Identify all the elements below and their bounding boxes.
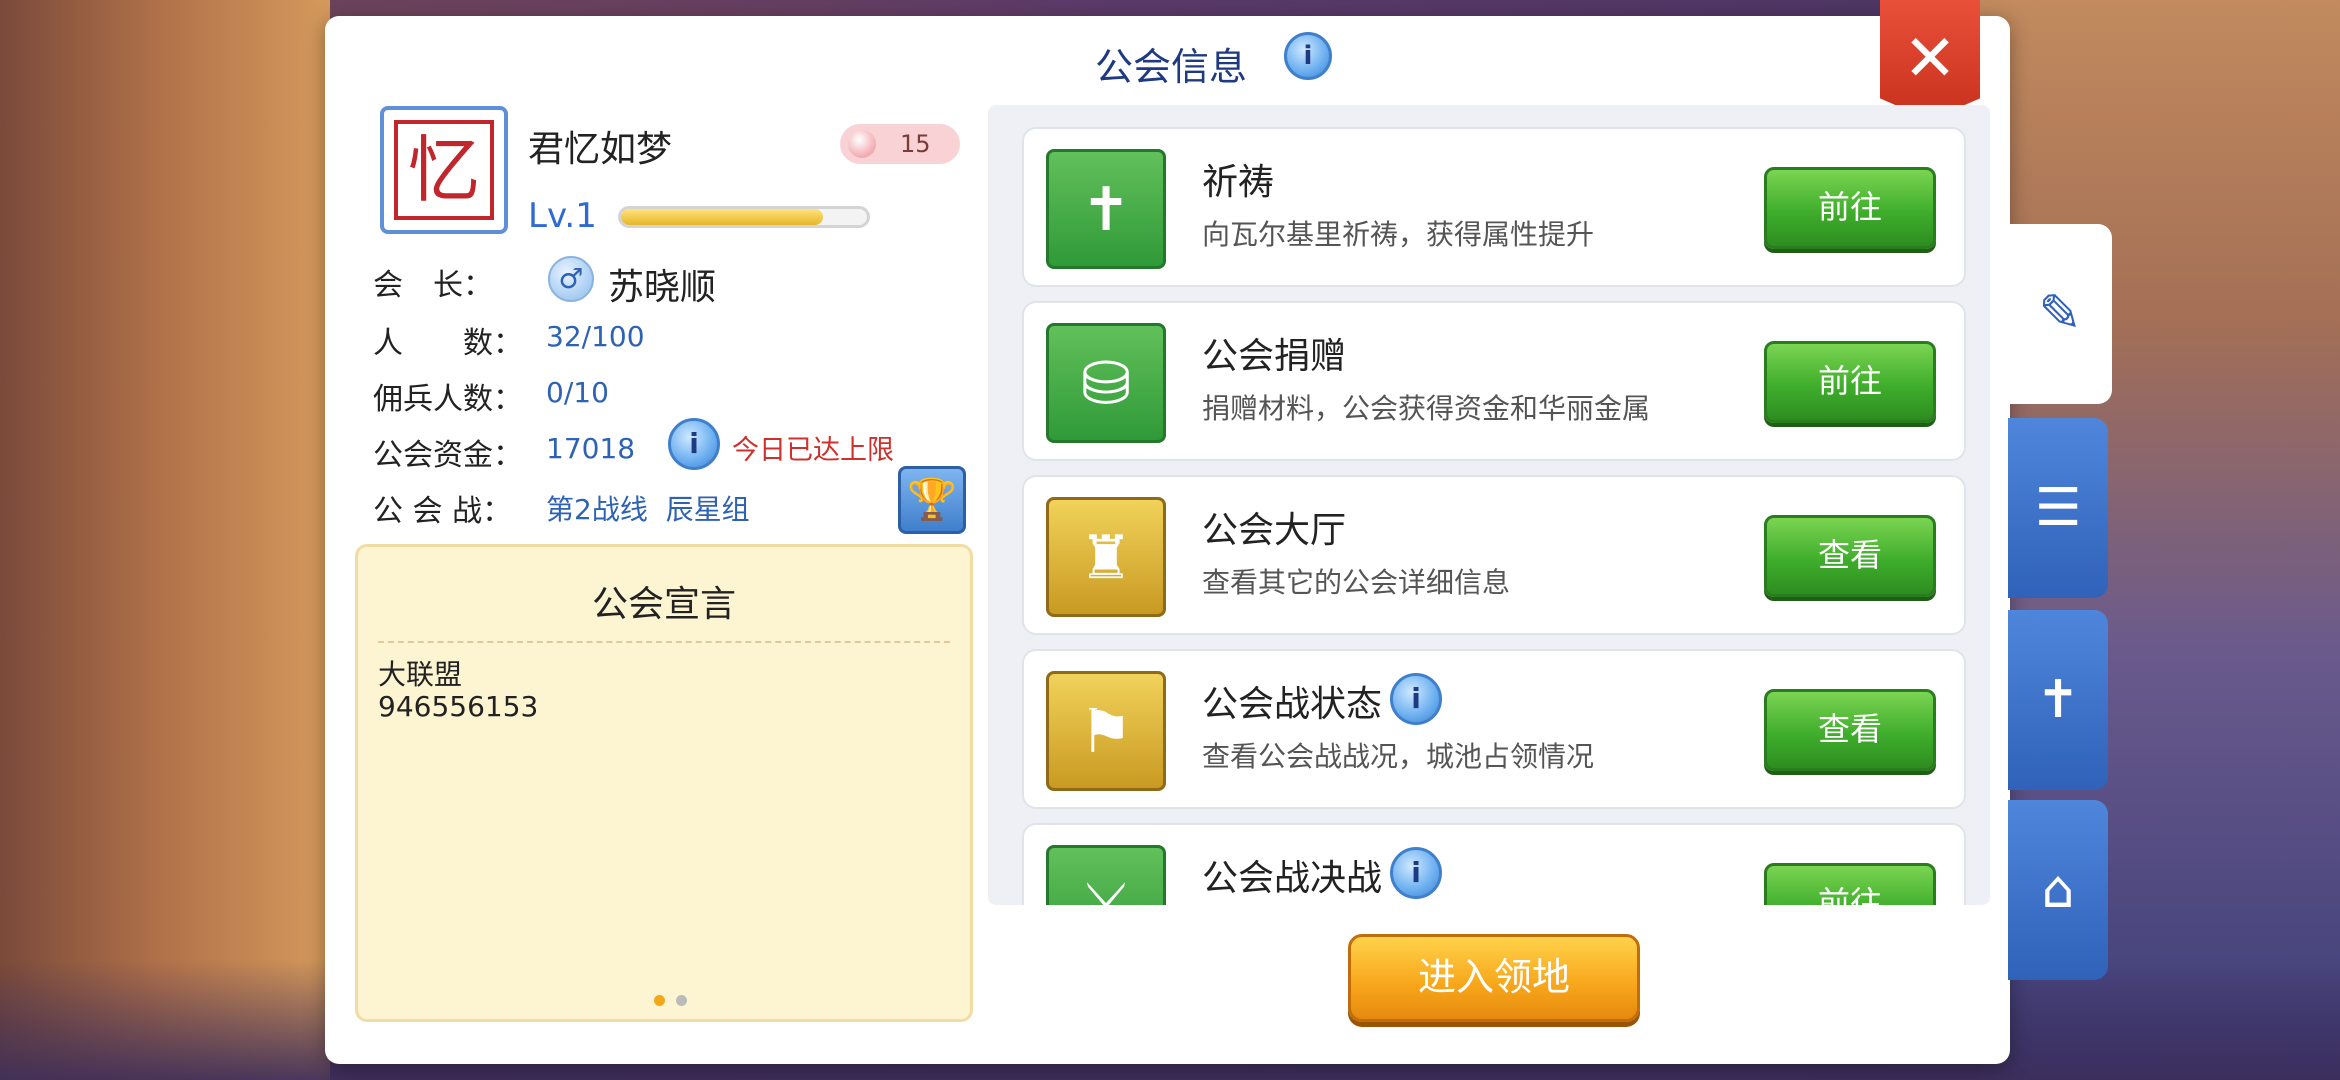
leader-name[interactable]: 苏晓顺 — [608, 258, 716, 310]
war-status-view-button[interactable]: 查看 — [1764, 689, 1936, 771]
guild-emblem[interactable]: 忆 — [380, 106, 508, 234]
activity-title: 公会战状态 — [1202, 684, 1383, 725]
donation-icon: ⛁ — [1046, 323, 1166, 443]
tab-edit[interactable]: ✎ — [2008, 224, 2112, 404]
funds-limit-text: 今日已达上限 — [732, 435, 894, 466]
donation-go-button[interactable]: 前往 — [1764, 341, 1936, 423]
xp-bar-fill — [621, 209, 823, 225]
activity-desc: 查看公会战战况，城池占领情况 — [1202, 740, 1595, 773]
manifesto-title: 公会宣言 — [591, 584, 736, 625]
guild-home-icon: ⌂ — [2041, 860, 2075, 920]
background-left — [0, 0, 330, 1080]
activity-desc: 向瓦尔基里祈祷，获得属性提升 — [1202, 218, 1595, 251]
war-final-info-icon[interactable]: i — [1390, 847, 1442, 899]
activity-title: 公会战决战 — [1202, 858, 1383, 899]
member-list-icon: ☰ — [2034, 478, 2082, 538]
guild-badge: 15 — [840, 124, 960, 164]
guild-name: 君忆如梦 — [528, 129, 673, 170]
activity-list[interactable]: ✝ 祈祷 向瓦尔基里祈祷，获得属性提升 前往 ⛁ 公会捐赠 捐赠材料，公会获得资… — [988, 105, 1990, 905]
page-dot[interactable] — [676, 995, 687, 1006]
activity-title: 公会捐赠 — [1202, 336, 1347, 377]
war-status-info-icon[interactable]: i — [1390, 673, 1442, 725]
funds-info-icon[interactable]: i — [668, 418, 720, 470]
tab-chapel[interactable]: ✝ — [2008, 610, 2108, 790]
panel-title: 公会信息 — [1095, 45, 1248, 89]
badge-ball-icon — [848, 130, 876, 158]
manifesto-text: 大联盟 946556153 — [378, 658, 539, 723]
funds-value: 17018 — [546, 432, 636, 465]
leader-label: 会 长： — [373, 268, 493, 303]
tab-members[interactable]: ☰ — [2008, 418, 2108, 598]
mercenary-label: 佣兵人数： — [373, 382, 523, 417]
guild-manifesto: 公会宣言 大联盟 946556153 — [355, 544, 973, 1022]
trophy-icon[interactable]: 🏆 — [898, 466, 966, 534]
badge-count: 15 — [900, 130, 931, 158]
war-label: 公 会 战： — [373, 494, 513, 529]
prayer-go-button[interactable]: 前往 — [1764, 167, 1936, 249]
war-final-go-button[interactable]: 前往 — [1764, 863, 1936, 905]
male-icon: ♂ — [548, 256, 594, 302]
activity-desc: 查看其它的公会详细信息 — [1202, 566, 1511, 599]
manifesto-divider — [378, 641, 950, 643]
guild-level: Lv.1 — [528, 196, 597, 236]
tab-guild-home[interactable]: ⌂ — [2008, 800, 2108, 980]
activity-card-hall: ♜ 公会大厅 查看其它的公会详细信息 查看 — [1022, 475, 1966, 635]
fortress-flag-icon: ⚑ — [1046, 671, 1166, 791]
members-label: 人 数： — [373, 326, 523, 361]
activity-title: 公会大厅 — [1202, 510, 1347, 551]
funds-label: 公会资金： — [373, 438, 523, 473]
activity-card-war-final: ⚔ 公会战决战 i 前往 — [1022, 823, 1966, 905]
war-value: 第2战线 辰星组 — [546, 493, 750, 526]
castle-icon: ♜ — [1046, 497, 1166, 617]
members-value: 32/100 — [546, 320, 645, 353]
emblem-glyph: 忆 — [394, 120, 494, 220]
xp-bar — [618, 206, 870, 228]
chapel-icon: ✝ — [2036, 670, 2080, 730]
prayer-icon: ✝ — [1046, 149, 1166, 269]
enter-territory-button[interactable]: 进入领地 — [1348, 934, 1640, 1022]
activity-card-prayer: ✝ 祈祷 向瓦尔基里祈祷，获得属性提升 前往 — [1022, 127, 1966, 287]
page-dot-active[interactable] — [654, 995, 665, 1006]
close-button[interactable]: ✕ — [1880, 0, 1980, 120]
title-info-icon[interactable]: i — [1284, 32, 1332, 80]
hall-view-button[interactable]: 查看 — [1764, 515, 1936, 597]
activity-card-donation: ⛁ 公会捐赠 捐赠材料，公会获得资金和华丽金属 前往 — [1022, 301, 1966, 461]
activity-title: 祈祷 — [1202, 162, 1275, 203]
crossed-swords-icon: ⚔ — [1046, 845, 1166, 905]
mercenary-value: 0/10 — [546, 376, 609, 409]
edit-icon: ✎ — [2038, 284, 2082, 344]
activity-desc: 捐赠材料，公会获得资金和华丽金属 — [1202, 392, 1651, 425]
activity-card-war-status: ⚑ 公会战状态 i 查看公会战战况，城池占领情况 查看 — [1022, 649, 1966, 809]
